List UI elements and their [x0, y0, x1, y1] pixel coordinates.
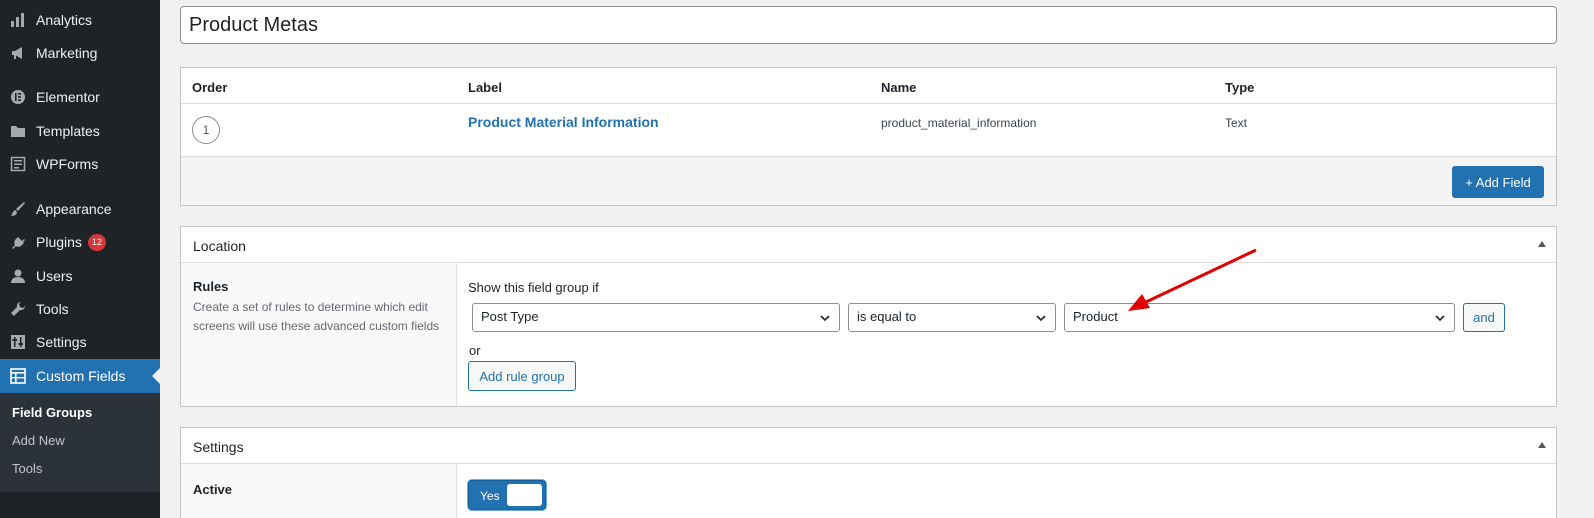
menu-label: WPForms	[36, 156, 99, 172]
bar-chart-icon	[8, 10, 28, 30]
fields-table-footer: + Add Field	[181, 157, 1556, 205]
col-order: Order	[192, 80, 228, 95]
active-toggle[interactable]: Yes	[468, 480, 546, 510]
menu-label: Tools	[36, 301, 69, 317]
menu-item-tools[interactable]: Tools	[0, 292, 160, 326]
custom-fields-submenu: Field Groups Add New Tools	[0, 393, 160, 492]
settings-panel: Settings Active Yes	[180, 427, 1557, 518]
submenu-add-new[interactable]: Add New	[0, 427, 160, 455]
rule-param-value: Post Type	[481, 309, 539, 324]
active-label: Active	[181, 464, 457, 518]
table-row[interactable]: 1 Product Material Information product_m…	[181, 104, 1556, 157]
submenu-field-groups[interactable]: Field Groups	[0, 399, 160, 427]
collapse-icon[interactable]	[1538, 241, 1546, 247]
menu-label: Templates	[36, 123, 100, 139]
menu-label: Settings	[36, 334, 87, 350]
active-toggle-label: Yes	[480, 489, 500, 503]
menu-item-appearance[interactable]: Appearance	[0, 192, 160, 226]
fields-table-header: Order Label Name Type	[181, 68, 1556, 104]
menu-item-users[interactable]: Users	[0, 259, 160, 293]
wrench-icon	[8, 299, 28, 319]
and-rule-button[interactable]: and	[1463, 303, 1505, 332]
rule-param-select[interactable]: Post Type	[472, 303, 840, 332]
field-type: Text	[1225, 116, 1248, 130]
plugins-update-badge: 12	[87, 233, 106, 251]
table-icon	[8, 366, 28, 386]
settings-panel-header[interactable]: Settings	[181, 428, 1556, 464]
col-type: Type	[1225, 80, 1255, 95]
rules-label-cell: Rules Create a set of rules to determine…	[181, 263, 457, 406]
rule-operator-value: is equal to	[857, 309, 917, 324]
menu-item-wpforms[interactable]: WPForms	[0, 147, 160, 181]
field-group-title-input[interactable]	[180, 6, 1557, 44]
sliders-icon	[8, 332, 28, 352]
menu-label: Marketing	[36, 45, 98, 61]
add-field-button[interactable]: + Add Field	[1452, 166, 1544, 198]
menu-label: Plugins	[36, 234, 82, 250]
field-order-handle[interactable]: 1	[192, 116, 220, 144]
rule-value-value: Product	[1073, 309, 1118, 324]
location-title: Location	[193, 238, 246, 254]
menu-label: Elementor	[36, 89, 100, 105]
admin-sidebar: Analytics Marketing Elementor Templates …	[0, 0, 160, 518]
chevron-down-icon	[819, 312, 831, 327]
col-name: Name	[881, 80, 917, 95]
elementor-icon	[8, 87, 28, 107]
rules-title: Rules	[193, 279, 229, 294]
field-name: product_material_information	[881, 116, 1037, 130]
fields-table: Order Label Name Type 1 Product Material…	[180, 67, 1557, 206]
menu-label: Appearance	[36, 201, 112, 217]
menu-item-analytics[interactable]: Analytics	[0, 3, 160, 37]
menu-item-settings[interactable]: Settings	[0, 325, 160, 359]
submenu-tools[interactable]: Tools	[0, 455, 160, 483]
menu-item-templates[interactable]: Templates	[0, 114, 160, 148]
rule-operator-select[interactable]: is equal to	[848, 303, 1056, 332]
menu-label: Users	[36, 268, 73, 284]
location-panel-header[interactable]: Location	[181, 227, 1556, 263]
rules-description: Create a set of rules to determine which…	[193, 300, 440, 333]
chevron-down-icon	[1434, 312, 1446, 327]
paintbrush-icon	[8, 199, 28, 219]
collapse-icon[interactable]	[1538, 442, 1546, 448]
rule-value-select[interactable]: Product	[1064, 303, 1455, 332]
col-label: Label	[468, 80, 502, 95]
chevron-down-icon	[1035, 312, 1047, 327]
toggle-knob	[507, 484, 542, 506]
show-if-label: Show this field group if	[468, 280, 599, 295]
plug-icon	[8, 232, 28, 252]
menu-label: Analytics	[36, 12, 93, 28]
menu-item-plugins[interactable]: Plugins 12	[0, 225, 160, 259]
menu-item-marketing[interactable]: Marketing	[0, 36, 160, 70]
menu-label: Custom Fields	[36, 368, 126, 384]
location-panel: Location Rules Create a set of rules to …	[180, 226, 1557, 407]
form-icon	[8, 154, 28, 174]
or-label: or	[469, 343, 481, 358]
settings-title: Settings	[193, 439, 244, 455]
menu-item-custom-fields[interactable]: Custom Fields	[0, 359, 160, 393]
folder-icon	[8, 121, 28, 141]
megaphone-icon	[8, 43, 28, 63]
user-icon	[8, 266, 28, 286]
field-label-link[interactable]: Product Material Information	[468, 114, 659, 130]
menu-item-elementor[interactable]: Elementor	[0, 80, 160, 114]
add-rule-group-button[interactable]: Add rule group	[468, 361, 576, 391]
